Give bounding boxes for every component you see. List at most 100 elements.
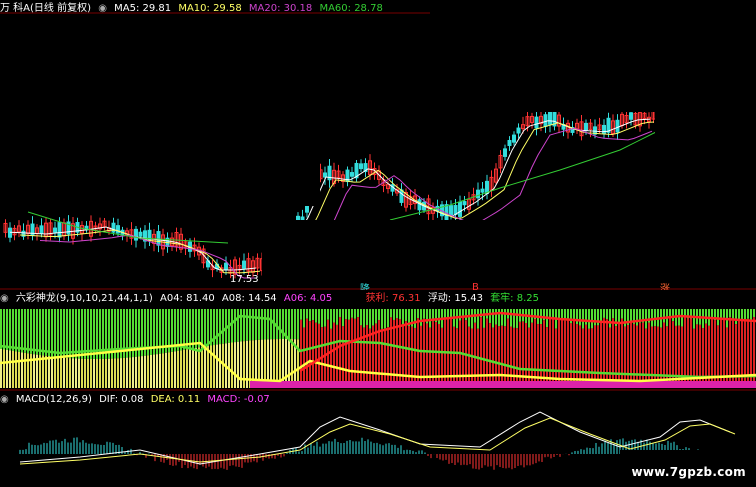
yellow-bar: [51, 356, 53, 388]
red-bar: [642, 322, 644, 388]
red-bar: [528, 327, 530, 388]
red-bar: [384, 328, 386, 388]
green-bar: [579, 309, 581, 326]
red-bar: [672, 321, 674, 388]
yellow-bar: [72, 358, 74, 388]
red-bar: [411, 326, 413, 388]
green-bar: [501, 309, 503, 326]
red-bar: [600, 322, 602, 388]
yellow-bar: [108, 358, 110, 388]
candle-body: [57, 222, 62, 238]
green-bar: [243, 309, 245, 342]
red-bar: [624, 326, 626, 388]
green-bar: [705, 309, 707, 324]
green-bar: [18, 309, 20, 352]
green-bar: [339, 309, 341, 318]
green-bar: [753, 309, 755, 318]
indicator-panel: ◉ 六彩神龙(9,10,10,21,44,1,1) A04: 81.40 A08…: [0, 291, 756, 391]
red-bar: [522, 321, 524, 388]
mask-right: [655, 112, 756, 232]
green-bar: [417, 309, 419, 319]
candle-body: [323, 172, 327, 178]
red-bar: [603, 317, 605, 388]
red-bar: [414, 328, 416, 388]
yellow-bar: [135, 356, 137, 388]
green-bar: [588, 309, 590, 329]
green-bar: [567, 309, 569, 320]
watermark: www.7gpzb.com: [631, 465, 746, 479]
green-bar: [333, 309, 335, 323]
red-bar: [726, 327, 728, 388]
green-bar: [498, 309, 500, 327]
yellow-bar: [90, 358, 92, 388]
red-bar: [510, 326, 512, 388]
green-bar: [504, 309, 506, 327]
candle-body: [138, 231, 143, 237]
green-bar: [30, 309, 32, 354]
green-bar: [483, 309, 485, 328]
green-bar: [354, 309, 356, 319]
green-bar: [444, 309, 446, 318]
red-bar: [717, 325, 719, 388]
green-bar: [381, 309, 383, 329]
yellow-bar: [219, 344, 221, 388]
green-bar: [342, 309, 344, 327]
yellow-bar: [105, 358, 107, 388]
green-bar: [9, 309, 11, 351]
green-bar: [393, 309, 395, 320]
green-bar: [312, 309, 314, 321]
green-bar: [51, 309, 53, 357]
candle-body: [462, 201, 467, 206]
green-bar: [597, 309, 599, 326]
green-bar: [252, 309, 254, 341]
candle-body: [53, 227, 57, 233]
mask-bottom-mid: [262, 220, 502, 285]
price-chart: [0, 0, 756, 290]
red-bar: [567, 319, 569, 388]
yellow-bar: [9, 350, 11, 388]
yellow-bar: [237, 341, 239, 388]
candle-body: [359, 163, 363, 170]
green-bar: [594, 309, 596, 326]
yellow-bar: [147, 355, 149, 388]
yellow-bar: [66, 357, 68, 388]
yellow-bar: [132, 357, 134, 388]
red-bar: [480, 317, 482, 388]
yellow-bar: [183, 349, 185, 388]
red-bar: [516, 328, 518, 388]
red-bar: [408, 325, 410, 388]
candle-body: [507, 140, 512, 147]
yellow-bar: [291, 339, 293, 388]
yellow-bar: [150, 354, 152, 388]
red-bar: [393, 319, 395, 388]
green-bar: [465, 309, 467, 321]
green-bar: [672, 309, 674, 322]
green-bar: [510, 309, 512, 327]
candle-body: [534, 116, 539, 129]
yellow-bar: [45, 355, 47, 388]
red-bar: [558, 318, 560, 388]
low-price-label: 17.53: [230, 274, 259, 285]
green-bar: [3, 309, 5, 350]
red-bar: [399, 319, 401, 388]
red-bar: [435, 322, 437, 388]
candle-body: [444, 204, 449, 221]
red-bar: [621, 318, 623, 388]
yellow-bar: [111, 358, 113, 388]
green-bar: [27, 309, 29, 354]
green-bar: [291, 309, 293, 340]
green-bar: [318, 309, 320, 324]
candle-body: [399, 189, 404, 203]
green-bar: [297, 309, 299, 340]
green-bar: [735, 309, 737, 325]
mask-top-left: [0, 14, 320, 206]
green-bar: [63, 309, 65, 358]
green-bar: [33, 309, 35, 355]
red-bar: [312, 320, 314, 388]
red-bar: [342, 326, 344, 388]
red-bar: [636, 325, 638, 388]
yellow-bar: [48, 356, 50, 388]
yellow-bar: [198, 347, 200, 388]
red-bar: [495, 324, 497, 388]
green-bar: [231, 309, 233, 343]
